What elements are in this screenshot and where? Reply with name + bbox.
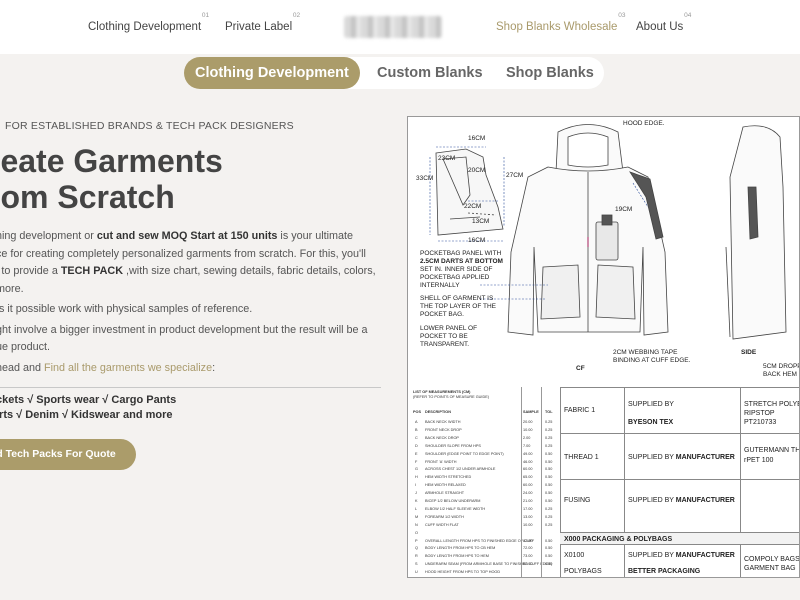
measurement-row: F FRONT 'A' WIDTH 46.00 0.50 (415, 459, 553, 464)
hem-note: 5CM DROPPED BACK HEM (763, 363, 799, 378)
jacket-front-drawing (507, 124, 669, 336)
divider (0, 387, 381, 388)
measurement-row: M FOREARM 1/2 WIDTH 13.00 0.25 (415, 514, 553, 519)
nav-about-us[interactable]: About Us 04 (636, 12, 691, 33)
pocketbag-note: POCKETBAG PANEL WITH 2.5CM DARTS AT BOTT… (420, 250, 503, 289)
measurement-row: G ACROSS CHEST 1/2 UNDER ARMHOLE 60.00 0.50 (415, 467, 553, 472)
measurement-header: POS DESCRIPTION SAMPLE TOL (413, 410, 553, 414)
dim-label: 22CM (464, 203, 482, 210)
measurement-row: P OVERALL LENGTH FROM HPS TO FINISHED EDG… (415, 538, 553, 543)
nav-clothing-development[interactable]: Clothing Development 01 (88, 12, 209, 33)
measurement-table: LIST OF MEASUREMENTS (CM) (REFER TO POIN… (411, 387, 561, 577)
paragraph-2: Is it possible work with physical sample… (0, 303, 253, 315)
fabric-row: FUSING SUPPLIED BY MANUFACTURER (560, 479, 799, 532)
specialize-link[interactable]: Find all the garments we specialize (44, 362, 212, 374)
dim-label: 16CM (468, 135, 486, 142)
service-tabs: Clothing Development Custom Blanks Shop … (184, 57, 604, 89)
garment-list-line-2: irts √ Denim √ Kidswear and more (0, 409, 173, 421)
measurement-row: C BACK NECK DROP 2.00 0.25 (415, 435, 553, 440)
tech-pack-image: 16CM 23CM 20CM 33CM 27CM 22CM 13CM 16CM … (407, 116, 800, 578)
measurement-row: A BACK NECK WIDTH 20.00 0.25 (415, 420, 553, 424)
measurement-row: R BODY LENGTH FROM HPS TO HEM 73.00 0.50 (415, 554, 553, 559)
brand-logo[interactable] (344, 16, 442, 38)
measurement-row: D SHOULDER SLOPE FROM HPS 7.00 0.25 (415, 443, 553, 448)
nav-label: About Us (636, 21, 684, 33)
dim-label: 19CM (615, 206, 633, 213)
headline-line-2: rom Scratch (0, 179, 175, 215)
nav-label: Clothing Development (88, 21, 202, 33)
send-tech-packs-button[interactable]: d Tech Packs For Quote (0, 439, 136, 470)
paragraph-1: hing development or cut and sew MOQ Star… (0, 230, 376, 295)
cf-label: CF (576, 365, 585, 372)
tab-custom-blanks[interactable]: Custom Blanks (377, 57, 483, 89)
fabric-section-header: X000 PACKAGING & POLYBAGS (560, 532, 799, 544)
nav-number: 03 (618, 12, 626, 19)
measurement-row: N CUFF WIDTH FLAT 10.00 0.25 (415, 522, 553, 527)
dim-label: 20CM (468, 167, 486, 174)
fabric-row: X0100 POLYBAGS SUPPLIED BY MANUFACTURER … (560, 544, 799, 577)
column-divider (541, 387, 542, 577)
measurement-row: S UNDERARM SEAM (FROM ARMHOLE BASE TO FIN… (415, 562, 553, 567)
side-label: SIDE (741, 349, 757, 356)
measurement-row: Q BODY LENGTH FROM HPS TO CB HEM 72.00 0.50 (415, 546, 553, 551)
dim-label: 23CM (438, 155, 456, 162)
nav-number: 04 (684, 12, 692, 19)
dim-label: 27CM (506, 172, 524, 179)
dim-label: 16CM (468, 237, 486, 244)
measurement-subtitle: (REFER TO POINTS OF MEASURE GUIDE) (413, 395, 490, 399)
measurement-row: H HEM WIDTH STRETCHED 65.00 0.50 (415, 475, 553, 480)
hero-eyebrow: FOR ESTABLISHED BRANDS & TECH PACK DESIG… (5, 120, 294, 132)
measurement-row: U HOOD HEIGHT FROM HPS TO TOP HOOD (415, 570, 501, 575)
measurement-row: J ARMHOLE STRAIGHT 24.00 0.50 (415, 491, 553, 496)
lower-panel-note: LOWER PANEL OF POCKET TO BE TRANSPARENT. (420, 325, 478, 348)
dim-label: 33CM (416, 175, 434, 182)
measurement-row: K BICEP 1/2 BELOW UNDERARM 21.00 0.50 (415, 499, 553, 503)
measurement-row: B FRONT NECK DROP 10.00 0.25 (415, 427, 553, 432)
hero-description: hing development or cut and sew MOQ Star… (0, 228, 381, 360)
fabric-row: FABRIC 1 SUPPLIED BY BYESON TEX STRETCH … (560, 387, 799, 433)
tab-shop-blanks[interactable]: Shop Blanks (506, 57, 594, 89)
nav-label: Private Label (225, 21, 293, 33)
paragraph-3: ght involve a bigger investment in produ… (0, 323, 368, 354)
hero-headline: reate Garments rom Scratch (0, 143, 223, 215)
hood-edge-note: HOOD EDGE. (623, 120, 665, 127)
jacket-side-drawing (725, 125, 787, 340)
fabric-row: THREAD 1 SUPPLIED BY MANUFACTURER GUTERM… (560, 433, 799, 479)
nav-shop-blanks-wholesale[interactable]: Shop Blanks Wholesale 03 (496, 12, 625, 33)
column-divider (521, 387, 522, 577)
measurement-row: E SHOULDER (EDGE POINT TO EDGE POINT) 49.0… (415, 451, 553, 456)
garment-list-line-1: ckets √ Sports wear √ Cargo Pants (0, 394, 177, 406)
measurement-row: I HEM WIDTH RELAXED 60.00 0.50 (415, 483, 553, 488)
tab-clothing-development[interactable]: Clothing Development (184, 57, 360, 89)
nav-number: 01 (201, 12, 210, 19)
garments-lead: head and Find all the garments we specia… (0, 362, 216, 374)
measurement-row: L ELBOW 1/2 HALF SLEEVE WIDTH 17.00 0.25 (415, 506, 553, 511)
top-navigation: Clothing Development 01 Private Label 02… (0, 0, 800, 54)
webbing-note: 2CM WEBBING TAPE BINDING AT CUFF EDGE. (613, 349, 691, 364)
nav-number: 02 (292, 12, 301, 19)
fabric-table: FABRIC 1 SUPPLIED BY BYESON TEX STRETCH … (560, 387, 799, 577)
headline-line-1: reate Garments (0, 143, 223, 179)
garment-list: ckets √ Sports wear √ Cargo Pants irts √… (0, 393, 176, 423)
nav-label: Shop Blanks Wholesale (496, 21, 618, 33)
measurement-row: O (415, 530, 418, 535)
shell-note: SHELL OF GARMENT IS THE TOP LAYER OF THE… (420, 295, 496, 318)
dim-label: 13CM (472, 218, 490, 225)
nav-private-label[interactable]: Private Label 02 (225, 12, 300, 33)
